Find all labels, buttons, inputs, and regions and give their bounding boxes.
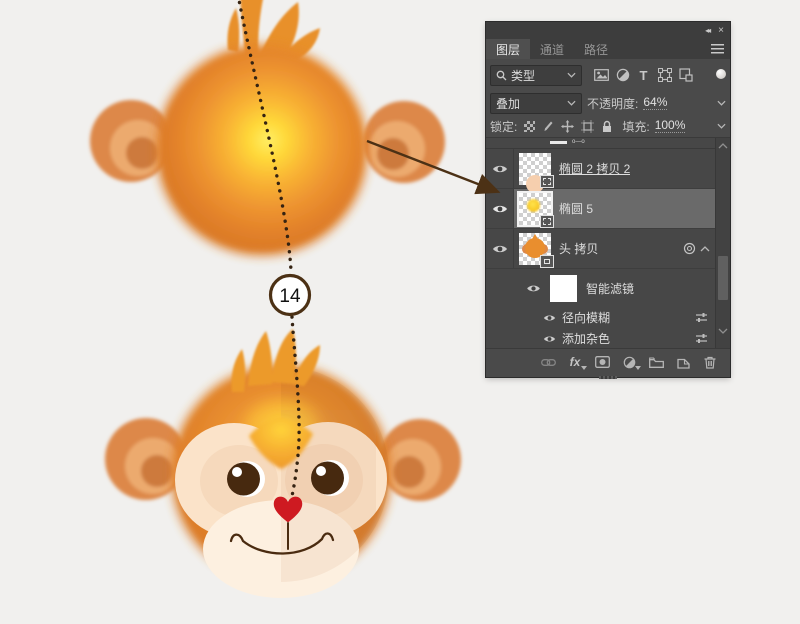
monkey-face-illustration (105, 329, 461, 598)
new-adjustment-layer-icon[interactable] (621, 354, 641, 370)
blend-mode-dropdown[interactable]: 叠加 (490, 92, 582, 114)
filter-kind-buttons: T (593, 67, 694, 84)
lock-all-icon[interactable] (601, 120, 613, 133)
smart-object-filter-icon[interactable] (677, 67, 694, 84)
tab-channels[interactable]: 通道 (530, 39, 574, 59)
layer-row-head-copy[interactable]: 头 拷贝 (486, 229, 730, 269)
layer-effects-icon[interactable]: fx (567, 354, 587, 370)
smart-filters-row[interactable]: 智能滤镜 (486, 269, 730, 307)
lock-transparency-icon[interactable] (524, 120, 536, 132)
lock-pixels-brush-icon[interactable] (542, 120, 554, 132)
eye-icon (492, 205, 507, 212)
fill-value[interactable]: 100% (654, 119, 686, 133)
pixel-layer-filter-icon[interactable] (593, 67, 610, 84)
eye-icon (492, 165, 507, 172)
panel-tabs: 图层 通道 路径 (486, 39, 730, 59)
panel-menu-icon[interactable] (711, 44, 724, 54)
layer-name[interactable]: 头 拷贝 (559, 240, 598, 257)
fill-label: 填充: (622, 119, 650, 134)
smart-filters-label: 智能滤镜 (586, 281, 635, 296)
layer-list: o—o 椭圆 2 拷贝 2 椭圆 5 头 拷贝 智能滤镜 径向模糊 添加杂色 (486, 138, 730, 348)
layer-name[interactable]: 椭圆 2 拷贝 2 (559, 160, 630, 177)
lock-position-icon[interactable] (561, 119, 575, 133)
scroll-down-icon[interactable] (718, 328, 728, 334)
filter-item-radial-blur[interactable]: 径向模糊 (486, 307, 730, 328)
canvas: ◂◂ × 图层 通道 路径 类型 T 叠加 不透明度: 64% 锁定: 填充: … (0, 0, 800, 624)
visibility-cell[interactable] (486, 149, 514, 188)
chevron-down-icon (567, 100, 576, 106)
lock-artboard-icon[interactable] (581, 119, 595, 133)
shape-layer-badge-icon (540, 214, 554, 228)
visibility-cell[interactable] (486, 189, 514, 228)
filter-type-label: 类型 (511, 68, 536, 83)
close-panel-icon[interactable]: × (718, 25, 724, 36)
visibility-cell[interactable] (486, 229, 514, 268)
smart-object-badge-icon (540, 254, 554, 268)
layer-thumbnail[interactable] (519, 152, 554, 193)
tab-paths[interactable]: 路径 (574, 39, 618, 59)
filter-type-dropdown[interactable]: 类型 (490, 64, 582, 86)
collapse-panel-icon[interactable]: ◂◂ (705, 26, 711, 35)
link-layers-icon[interactable] (540, 354, 556, 370)
filter-name[interactable]: 添加杂色 (562, 330, 610, 347)
chevron-down-icon[interactable] (717, 123, 726, 129)
shape-layer-filter-icon[interactable] (656, 67, 673, 84)
search-icon (496, 70, 507, 80)
filter-toggle-icon[interactable] (716, 68, 726, 82)
filter-mask-thumbnail[interactable] (550, 274, 577, 302)
lock-row: 锁定: 填充: 100% (486, 115, 730, 138)
adjustment-layer-filter-icon[interactable] (614, 67, 631, 84)
lock-buttons (524, 119, 613, 133)
scrollbar[interactable] (715, 138, 730, 348)
type-layer-filter-icon[interactable]: T (635, 67, 652, 84)
layer-filter-row: 类型 T (486, 59, 730, 91)
filter-name[interactable]: 径向模糊 (562, 309, 610, 326)
opacity-value[interactable]: 64% (643, 96, 668, 110)
layer-thumbnail[interactable] (519, 232, 554, 268)
new-group-icon[interactable] (648, 354, 664, 370)
filter-blend-options-icon[interactable] (695, 312, 708, 323)
scroll-up-icon[interactable] (718, 143, 728, 149)
smart-filter-indicator-icon[interactable] (683, 242, 696, 255)
eye-icon[interactable] (543, 314, 556, 322)
filter-item-add-noise[interactable]: 添加杂色 (486, 328, 730, 349)
partial-layer-row[interactable]: o—o (486, 138, 730, 149)
filter-blend-options-icon[interactable] (695, 333, 708, 344)
layer-row-ellipse-5[interactable]: 椭圆 5 (486, 189, 730, 229)
opacity-label: 不透明度: (587, 96, 639, 111)
eye-icon[interactable] (526, 284, 541, 293)
panel-titlebar: ◂◂ × (486, 22, 730, 39)
layer-row-ellipse-2-copy-2[interactable]: 椭圆 2 拷贝 2 (486, 149, 730, 193)
delete-layer-icon[interactable] (702, 354, 718, 370)
lock-label: 锁定: (490, 119, 518, 134)
layer-name[interactable]: 椭圆 5 (559, 200, 593, 217)
tab-layers[interactable]: 图层 (486, 39, 531, 59)
add-layer-mask-icon[interactable] (594, 354, 610, 370)
chevron-down-icon (567, 72, 576, 78)
panel-resize-grip[interactable] (486, 375, 730, 380)
scrollbar-thumb[interactable] (718, 256, 728, 300)
eye-icon[interactable] (543, 335, 556, 343)
eye-icon (492, 245, 507, 252)
layer-thumbnail[interactable] (517, 190, 554, 228)
panel-footer-toolbar: fx (486, 348, 730, 375)
blend-mode-value: 叠加 (496, 96, 521, 111)
layers-panel: ◂◂ × 图层 通道 路径 类型 T 叠加 不透明度: 64% 锁定: 填充: … (486, 22, 730, 380)
shape-layer-badge-icon (540, 174, 554, 188)
blend-row: 叠加 不透明度: 64% (486, 91, 730, 115)
new-layer-icon[interactable] (675, 354, 691, 370)
chevron-up-icon[interactable] (700, 245, 710, 252)
chevron-down-icon[interactable] (717, 100, 726, 106)
furry-ball-illustration (90, 0, 445, 256)
